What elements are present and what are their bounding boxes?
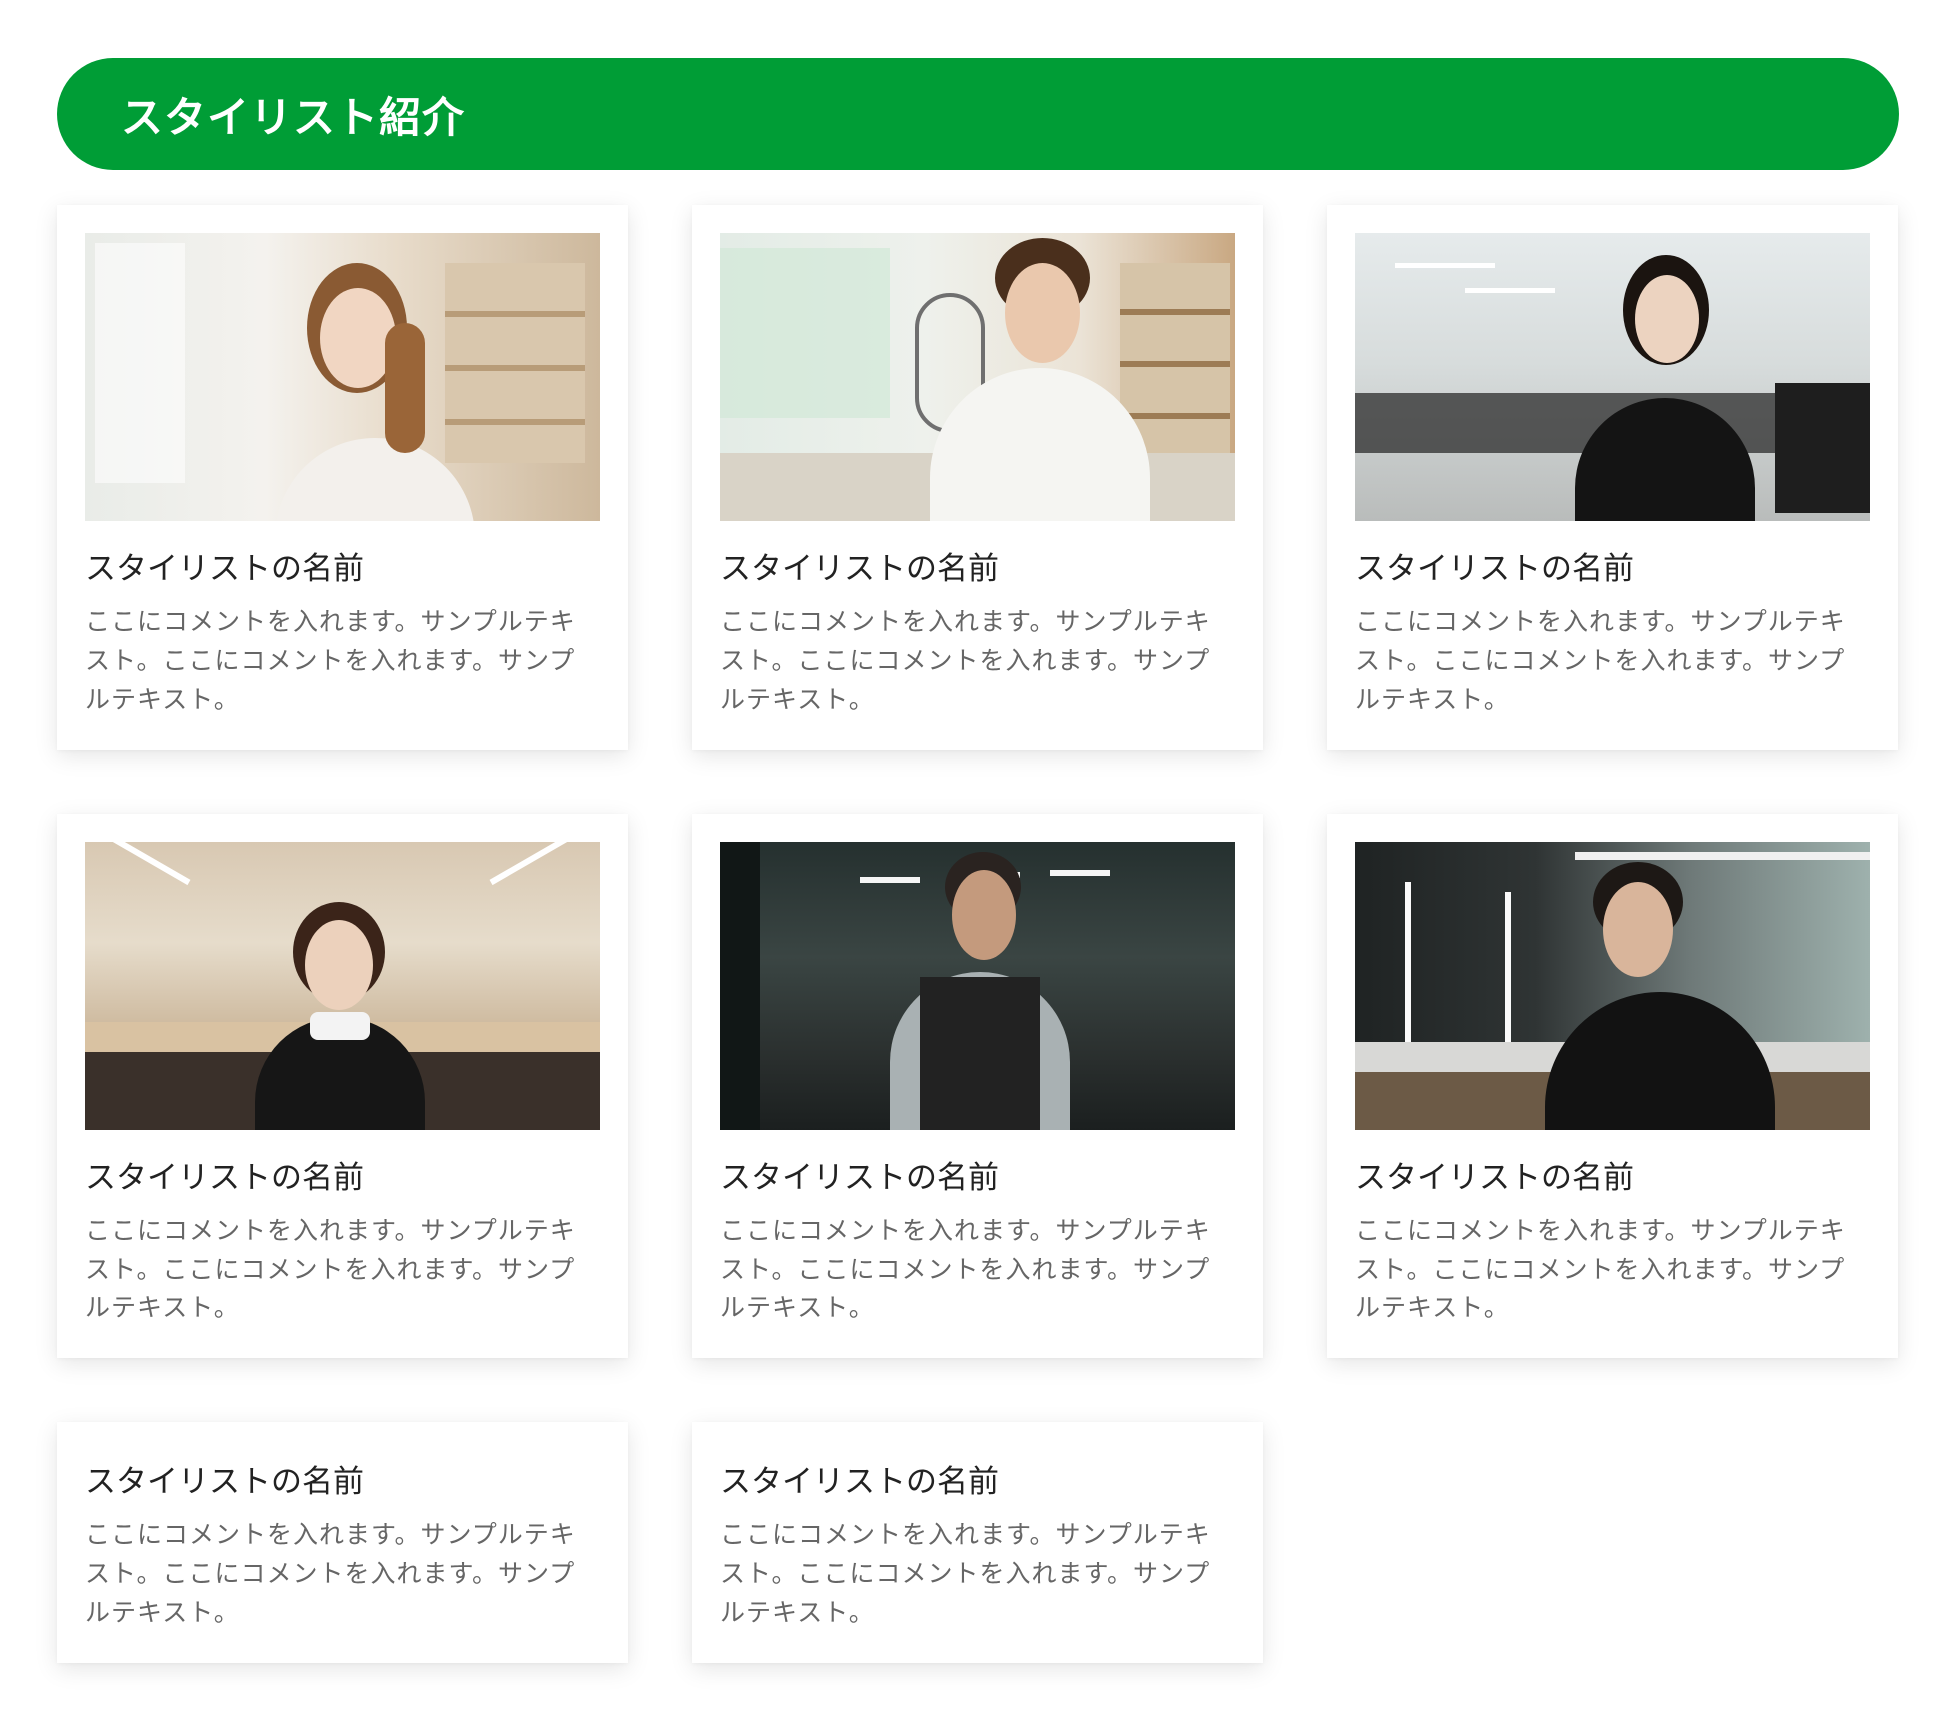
stylist-photo [85, 841, 600, 1130]
stylist-card: スタイリストの名前 ここにコメントを入れます。サンプルテキスト。ここにコメントを… [1327, 205, 1898, 750]
stylist-card: スタイリストの名前 ここにコメントを入れます。サンプルテキスト。ここにコメントを… [692, 813, 1263, 1359]
section-title: スタイリスト紹介 [121, 92, 466, 142]
section-header-bar: スタイリスト紹介 [57, 58, 1899, 170]
stylist-card: スタイリストの名前 ここにコメントを入れます。サンプルテキスト。ここにコメントを… [57, 1422, 628, 1663]
stylist-name: スタイリストの名前 [85, 551, 364, 587]
stylist-grid: スタイリストの名前 ここにコメントを入れます。サンプルテキスト。ここにコメントを… [57, 205, 1899, 1663]
stylist-comment: ここにコメントを入れます。サンプルテキスト。ここにコメントを入れます。サンプルテ… [85, 1520, 576, 1627]
stylist-card: スタイリストの名前 ここにコメントを入れます。サンプルテキスト。ここにコメントを… [57, 205, 628, 750]
stylist-comment: ここにコメントを入れます。サンプルテキスト。ここにコメントを入れます。サンプルテ… [85, 607, 576, 714]
stylist-photo [85, 233, 600, 521]
stylist-name: スタイリストの名前 [1355, 1159, 1634, 1196]
stylist-comment: ここにコメントを入れます。サンプルテキスト。ここにコメントを入れます。サンプルテ… [1355, 607, 1846, 714]
stylist-comment: ここにコメントを入れます。サンプルテキスト。ここにコメントを入れます。サンプルテ… [1355, 1215, 1846, 1323]
stylist-card: スタイリストの名前 ここにコメントを入れます。サンプルテキスト。ここにコメントを… [57, 813, 628, 1359]
stylist-name: スタイリストの名前 [720, 1464, 999, 1501]
stylist-comment: ここにコメントを入れます。サンプルテキスト。ここにコメントを入れます。サンプルテ… [720, 1215, 1211, 1323]
stylist-name: スタイリストの名前 [1355, 551, 1634, 587]
stylist-photo [1355, 841, 1870, 1130]
stylist-name: スタイリストの名前 [720, 1159, 999, 1196]
stylist-card: スタイリストの名前 ここにコメントを入れます。サンプルテキスト。ここにコメントを… [692, 205, 1263, 750]
stylist-photo [720, 841, 1235, 1130]
stylist-name: スタイリストの名前 [85, 1159, 364, 1196]
stylist-photo [720, 233, 1235, 521]
stylist-comment: ここにコメントを入れます。サンプルテキスト。ここにコメントを入れます。サンプルテ… [85, 1215, 576, 1323]
stylist-name: スタイリストの名前 [720, 551, 999, 587]
stylist-photo [1355, 233, 1870, 521]
stylist-name: スタイリストの名前 [85, 1464, 364, 1501]
stylist-card: スタイリストの名前 ここにコメントを入れます。サンプルテキスト。ここにコメントを… [692, 1422, 1263, 1663]
stylist-comment: ここにコメントを入れます。サンプルテキスト。ここにコメントを入れます。サンプルテ… [720, 607, 1211, 714]
stylist-section: スタイリスト紹介 スタイリストの名前 ここにコメントを入れます。サンプルテキスト… [0, 0, 1952, 1721]
stylist-comment: ここにコメントを入れます。サンプルテキスト。ここにコメントを入れます。サンプルテ… [720, 1520, 1211, 1627]
stylist-card: スタイリストの名前 ここにコメントを入れます。サンプルテキスト。ここにコメントを… [1327, 813, 1898, 1359]
